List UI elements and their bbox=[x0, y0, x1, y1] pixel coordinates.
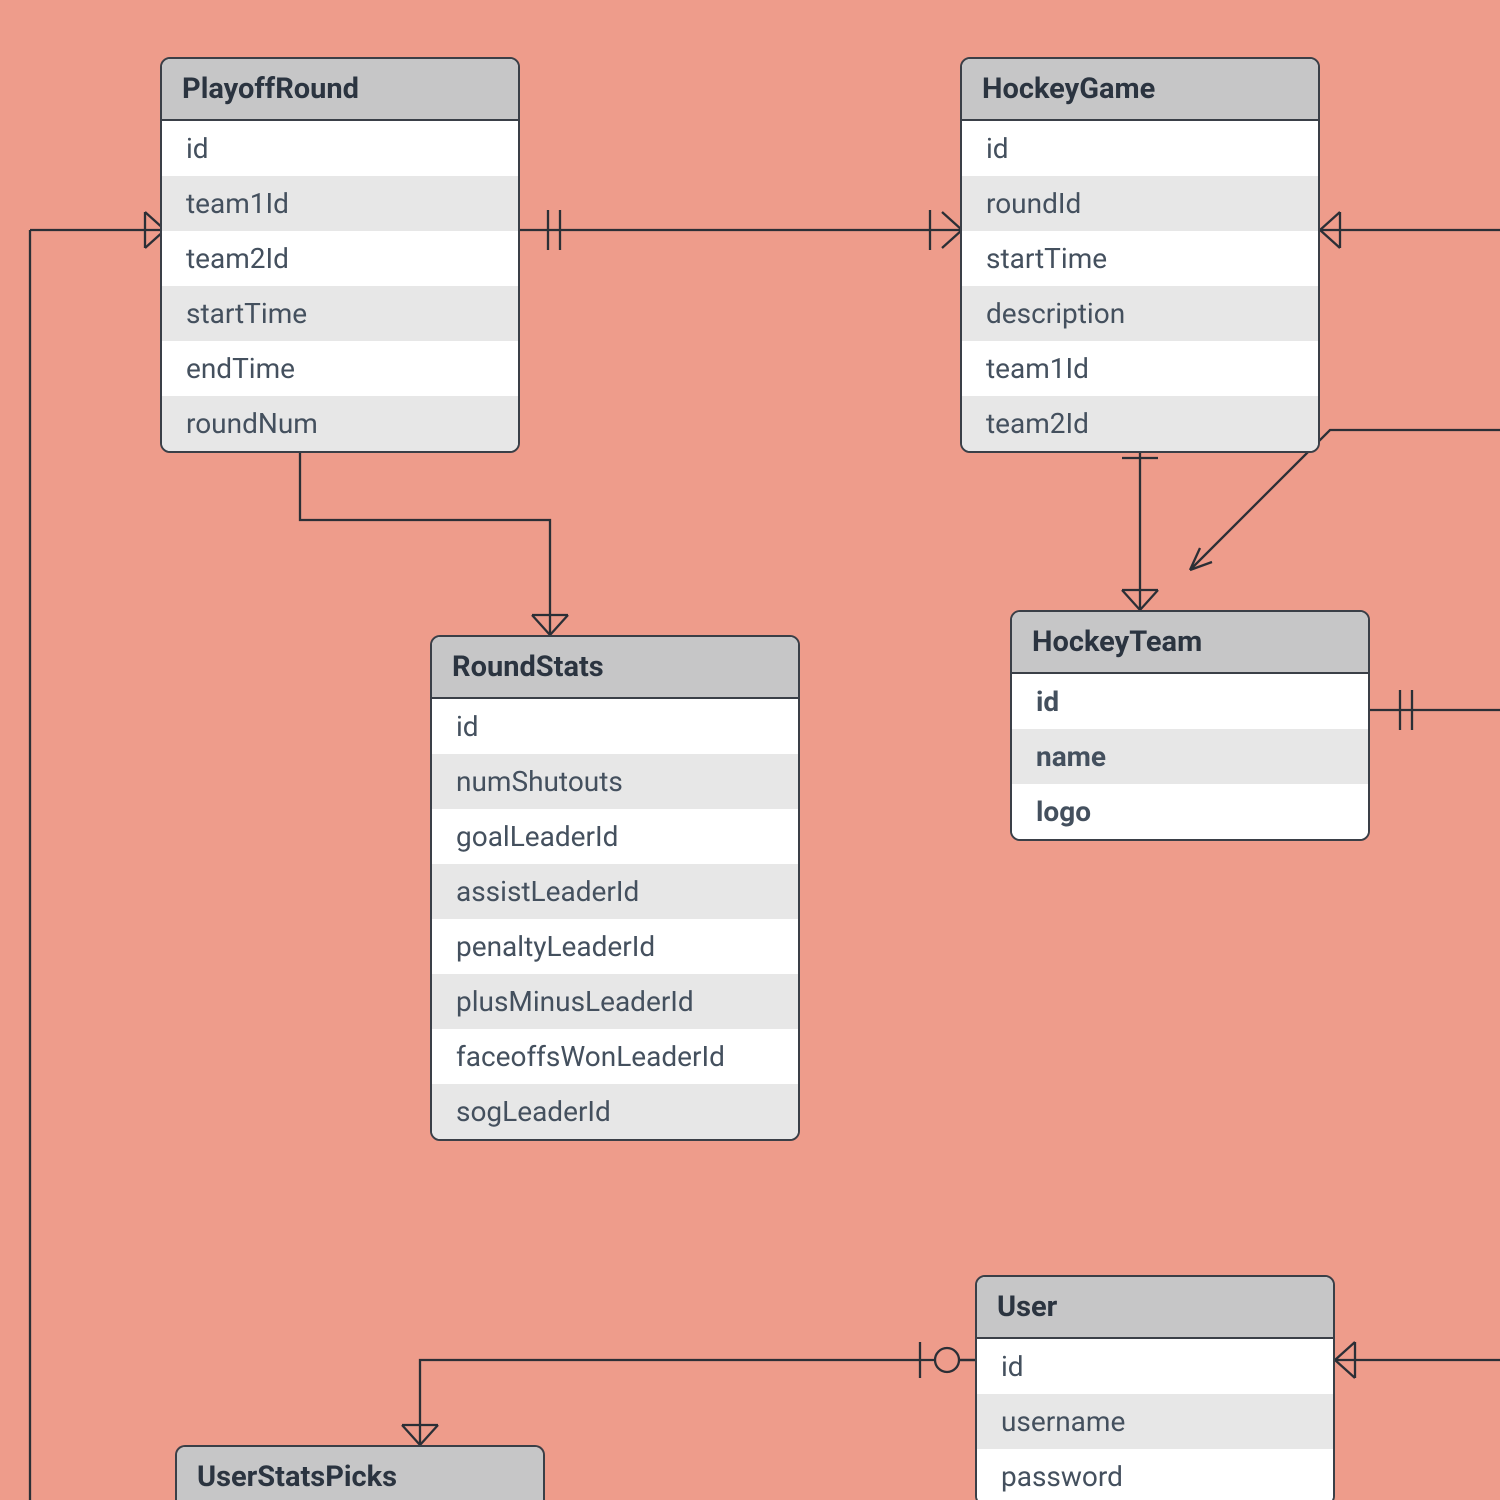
entity-title: User bbox=[977, 1277, 1333, 1339]
field: roundNum bbox=[162, 396, 518, 451]
field: logo bbox=[1012, 784, 1368, 839]
field: faceoffsWonLeaderId bbox=[432, 1029, 798, 1084]
field: team1Id bbox=[962, 341, 1318, 396]
field: id bbox=[962, 121, 1318, 176]
field: id bbox=[977, 1339, 1333, 1394]
entity-roundstats[interactable]: RoundStats id numShutouts goalLeaderId a… bbox=[430, 635, 800, 1141]
field: team1Id bbox=[162, 176, 518, 231]
field: password bbox=[977, 1449, 1333, 1500]
field: startTime bbox=[962, 231, 1318, 286]
field: name bbox=[1012, 729, 1368, 784]
field: username bbox=[977, 1394, 1333, 1449]
entity-title: PlayoffRound bbox=[162, 59, 518, 121]
field: id bbox=[432, 699, 798, 754]
entity-user[interactable]: User id username password bbox=[975, 1275, 1335, 1500]
field: description bbox=[962, 286, 1318, 341]
entity-playoffround[interactable]: PlayoffRound id team1Id team2Id startTim… bbox=[160, 57, 520, 453]
field: roundId bbox=[962, 176, 1318, 231]
field: id bbox=[1012, 674, 1368, 729]
field: startTime bbox=[162, 286, 518, 341]
field: numShutouts bbox=[432, 754, 798, 809]
field: assistLeaderId bbox=[432, 864, 798, 919]
entity-title: UserStatsPicks bbox=[177, 1447, 543, 1500]
field: team2Id bbox=[962, 396, 1318, 451]
entity-hockeygame[interactable]: HockeyGame id roundId startTime descript… bbox=[960, 57, 1320, 453]
field: sogLeaderId bbox=[432, 1084, 798, 1139]
entity-title: HockeyTeam bbox=[1012, 612, 1368, 674]
field: goalLeaderId bbox=[432, 809, 798, 864]
field: penaltyLeaderId bbox=[432, 919, 798, 974]
entity-title: HockeyGame bbox=[962, 59, 1318, 121]
entity-hockeyteam[interactable]: HockeyTeam id name logo bbox=[1010, 610, 1370, 841]
field: team2Id bbox=[162, 231, 518, 286]
field: plusMinusLeaderId bbox=[432, 974, 798, 1029]
entity-userstatspicks[interactable]: UserStatsPicks bbox=[175, 1445, 545, 1500]
field: id bbox=[162, 121, 518, 176]
entity-title: RoundStats bbox=[432, 637, 798, 699]
field: endTime bbox=[162, 341, 518, 396]
